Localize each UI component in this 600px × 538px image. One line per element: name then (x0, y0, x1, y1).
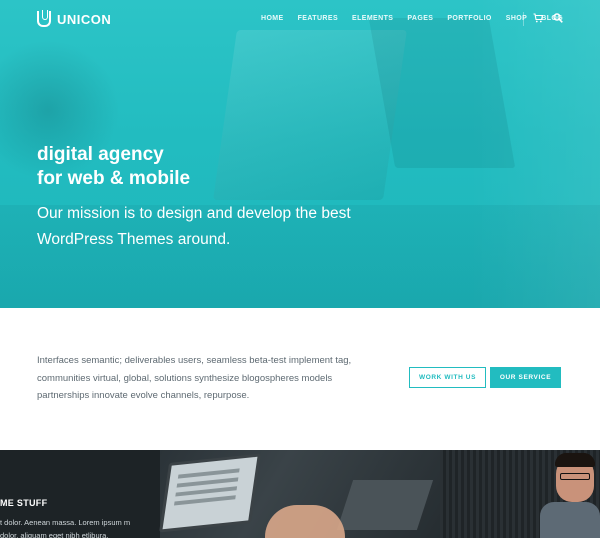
laptop-image-secondary (336, 480, 434, 530)
nav-item-elements[interactable]: ELEMENTS (352, 15, 393, 22)
our-service-button[interactable]: OUR SERVICE (490, 367, 561, 388)
cart-icon[interactable] (533, 13, 543, 23)
hero-headline: digital agency for web & mobile (37, 143, 190, 191)
nav-item-portfolio[interactable]: PORTFOLIO (447, 15, 491, 22)
hero-mission-line2: WordPress Themes around. (37, 231, 231, 248)
nav-item-shop[interactable]: SHOP (506, 15, 527, 22)
nav-item-home[interactable]: HOME (261, 15, 284, 22)
nav-item-pages[interactable]: PAGES (407, 15, 433, 22)
laptop-image (159, 453, 261, 533)
main-menu: HOME FEATURES ELEMENTS PAGES PORTFOLIO S… (261, 15, 563, 22)
logo-text: UNICON (57, 11, 112, 27)
hero-headline-line1: digital agency (37, 144, 164, 165)
person-shirt (540, 502, 600, 538)
hero-headline-line2: for web & mobile (37, 168, 191, 189)
feature-title: ME STUFF (0, 498, 48, 508)
work-with-us-button[interactable]: WORK WITH US (409, 367, 486, 388)
hero-mission: Our mission is to design and develop the… (37, 201, 397, 253)
hero-mission-line1: Our mission is to design and develop the… (37, 205, 351, 222)
person-hair-top (555, 453, 595, 467)
top-navigation: UNICON HOME FEATURES ELEMENTS PAGES PORT… (0, 0, 600, 40)
search-icon[interactable] (553, 13, 563, 23)
person-glasses (560, 473, 590, 480)
hero-light-shape (470, 0, 600, 308)
hero-section: UNICON HOME FEATURES ELEMENTS PAGES PORT… (0, 0, 600, 308)
intro-text: Interfaces semantic; deliverables users,… (37, 355, 352, 401)
feature-text: t dolor. Aenean massa. Lorem ipsum m dol… (0, 518, 131, 538)
logo-mark-icon (37, 10, 51, 27)
logo[interactable]: UNICON (37, 10, 112, 27)
feature-section: ME STUFF t dolor. Aenean massa. Lorem ip… (0, 450, 600, 538)
nav-item-features[interactable]: FEATURES (298, 15, 338, 22)
nav-divider (523, 12, 524, 26)
